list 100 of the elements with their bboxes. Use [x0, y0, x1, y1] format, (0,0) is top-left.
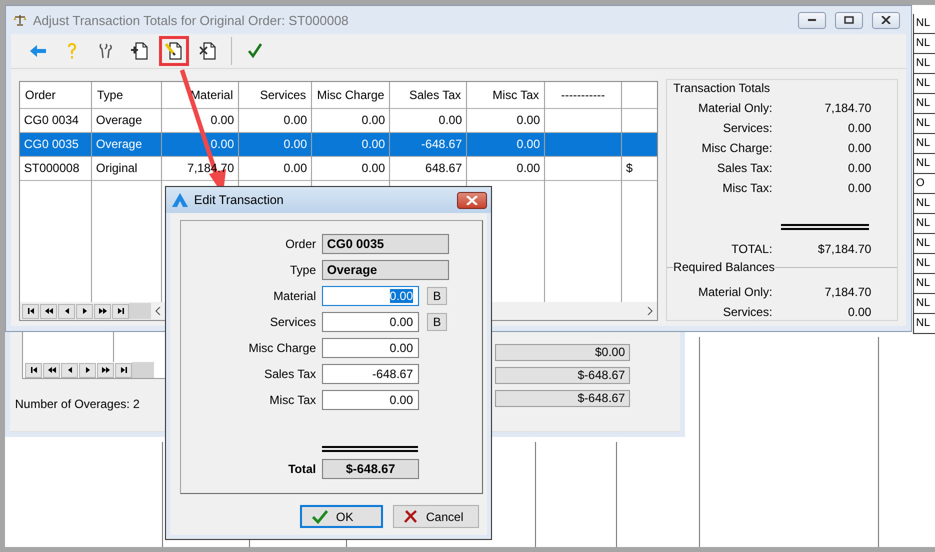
- total-label: Misc Charge:: [700, 141, 772, 156]
- total-value: $7,184.70: [816, 242, 872, 257]
- next-icon: [102, 366, 110, 374]
- group-title: Transaction Totals: [673, 81, 772, 95]
- field-label: Services: [268, 315, 316, 329]
- input-field[interactable]: 0.00: [322, 286, 419, 306]
- next-icon: [98, 307, 106, 315]
- record-nav-button[interactable]: [112, 304, 129, 318]
- next-icon: [116, 307, 124, 315]
- scale-icon: [13, 14, 27, 26]
- record-nav-button[interactable]: [40, 304, 57, 318]
- browse-button[interactable]: B: [427, 313, 447, 331]
- remove-document-icon: [198, 41, 218, 62]
- column-header[interactable]: Services: [239, 82, 311, 109]
- scroll-right-icon: [647, 307, 654, 315]
- table-cell: NL: [913, 54, 935, 74]
- browse-button[interactable]: B: [427, 287, 447, 305]
- close-icon: [881, 16, 891, 24]
- total-label: Sales Tax:: [716, 161, 772, 176]
- table-cell: 0.00: [312, 157, 389, 181]
- readonly-field: CG0 0035: [322, 234, 449, 254]
- input-field[interactable]: 0.00: [322, 390, 419, 410]
- table-cell: NL: [913, 234, 935, 254]
- table-cell: NL: [913, 194, 935, 214]
- field-label: Misc Charge: [248, 341, 316, 355]
- scroll-left-icon: [155, 307, 161, 315]
- total-label: Material Only:: [697, 101, 772, 116]
- close-button[interactable]: [457, 192, 487, 208]
- table-cell: 0.00: [162, 133, 238, 157]
- table-cell: NL: [913, 274, 935, 294]
- table-cell: 0.00: [312, 133, 389, 157]
- column-header[interactable]: Order: [20, 82, 91, 109]
- close-button[interactable]: [872, 12, 900, 29]
- table-cell: 648.67: [390, 157, 466, 181]
- total-value: 0.00: [846, 181, 872, 196]
- table-cell: NL: [913, 314, 935, 334]
- total-label: Total: [287, 462, 316, 476]
- table-cell: NL: [913, 74, 935, 94]
- record-nav-button[interactable]: [97, 362, 114, 378]
- table-cell: NL: [913, 254, 935, 274]
- maximize-icon: [844, 16, 854, 24]
- group-title: Required Balances: [673, 260, 775, 274]
- overage-count: Number of Overages: 2: [15, 397, 140, 411]
- next-icon: [120, 366, 128, 374]
- record-nav-button[interactable]: [76, 304, 93, 318]
- input-field[interactable]: 0.00: [322, 338, 419, 358]
- minimize-button[interactable]: [798, 12, 826, 29]
- previous-icon: [48, 366, 56, 374]
- close-icon: [404, 510, 418, 523]
- table-cell: NL: [913, 34, 935, 54]
- balance-value: 0.00: [846, 305, 872, 320]
- close-icon: [466, 196, 478, 204]
- table-cell: ST000008: [20, 157, 91, 181]
- column-header[interactable]: -----------: [545, 82, 621, 109]
- column-header[interactable]: Misc Charge: [312, 82, 389, 109]
- table-cell: 0.00: [239, 157, 311, 181]
- total-value: 0.00: [846, 161, 872, 176]
- balance-label: Services:: [722, 305, 772, 320]
- total-value: 0.00: [846, 121, 872, 136]
- record-nav-button[interactable]: [25, 362, 42, 378]
- column-header[interactable]: Sales Tax: [390, 82, 466, 109]
- record-nav-button[interactable]: [22, 304, 39, 318]
- readonly-field: Overage: [322, 260, 449, 280]
- record-nav-button[interactable]: [43, 362, 60, 378]
- balance-value: 7,184.70: [824, 285, 872, 300]
- input-field[interactable]: 0.00: [322, 312, 419, 332]
- record-nav-button[interactable]: [58, 304, 75, 318]
- table-cell: $: [622, 157, 658, 181]
- table-cell: NL: [913, 114, 935, 134]
- maximize-button[interactable]: [835, 12, 863, 29]
- record-nav-button[interactable]: [61, 362, 78, 378]
- toolbar-button[interactable]: [159, 36, 189, 66]
- table-cell: CG0 0035: [20, 133, 91, 157]
- table-cell: NL: [913, 14, 935, 34]
- previous-icon: [30, 366, 38, 374]
- input-field[interactable]: -648.67: [322, 364, 419, 384]
- table-cell: Overage: [92, 133, 161, 157]
- help-icon: [66, 42, 78, 60]
- total-label: TOTAL:: [730, 242, 772, 257]
- cancel-button[interactable]: Cancel: [393, 505, 479, 528]
- column-header[interactable]: Type: [92, 82, 161, 109]
- edit-document-icon: [164, 41, 184, 62]
- record-nav-button[interactable]: [94, 304, 111, 318]
- total-field: $-648.67: [322, 459, 419, 479]
- total-label: Misc Tax:: [722, 181, 772, 196]
- ok-button[interactable]: OK: [300, 505, 383, 528]
- previous-icon: [62, 307, 70, 315]
- summary-field: $0.00: [495, 344, 630, 361]
- record-nav-button[interactable]: [115, 362, 132, 378]
- window-title: Adjust Transaction Totals for Original Order: ST000008: [33, 12, 349, 28]
- record-nav-button[interactable]: [79, 362, 96, 378]
- table-cell: NL: [913, 294, 935, 314]
- add-document-icon: [130, 41, 150, 62]
- previous-icon: [66, 366, 74, 374]
- column-header[interactable]: Misc Tax: [467, 82, 544, 109]
- total-value: 7,184.70: [824, 101, 872, 116]
- table-cell: 0.00: [467, 157, 544, 181]
- table-cell: Original: [92, 157, 161, 181]
- field-label: Type: [288, 263, 316, 277]
- summary-field: $-648.67: [495, 390, 630, 407]
